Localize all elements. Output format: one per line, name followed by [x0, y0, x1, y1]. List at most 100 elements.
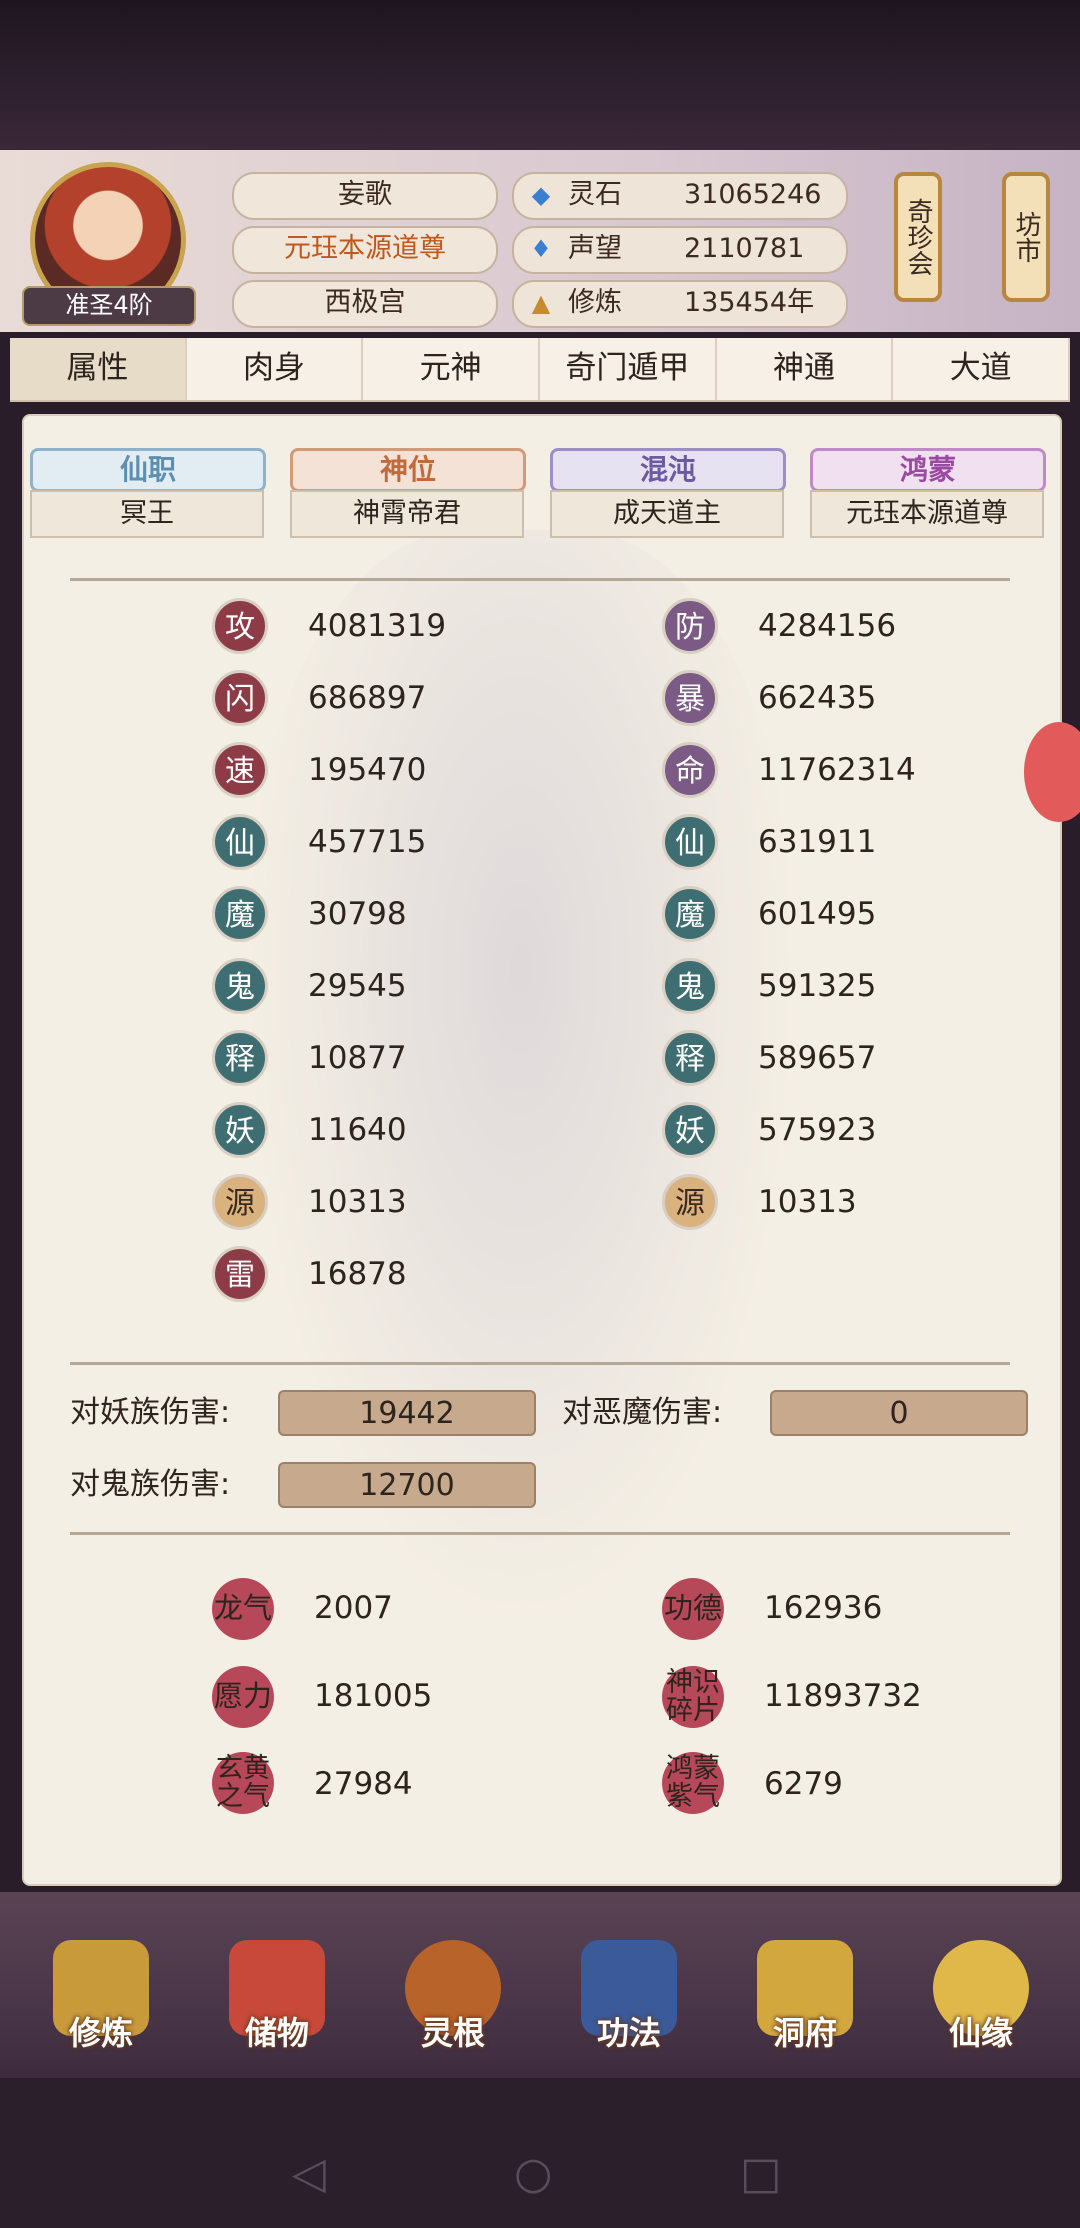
back-icon[interactable]: ◁	[292, 2148, 326, 2199]
damage-vs-ghost-label: 对鬼族伤害:	[70, 1467, 231, 1502]
xuanhuang-qi-icon: 玄黄之气	[212, 1752, 274, 1814]
hp-icon: 命	[662, 742, 718, 798]
buddhist-defense-icon: 释	[662, 1030, 718, 1086]
damage-vs-ghost-value: 12700	[278, 1462, 536, 1508]
merit-icon: 功德	[662, 1578, 724, 1640]
buddhist-attack-icon: 释	[212, 1030, 268, 1086]
thunder-icon: 雷	[212, 1246, 268, 1302]
buddhist-defense-value: 589657	[758, 1040, 877, 1076]
speed-icon: 速	[212, 742, 268, 798]
cultivation-row: ▲ 修炼 135454年	[512, 280, 848, 328]
source-defense-icon: 源	[662, 1174, 718, 1230]
rank-value-immortal-post: 冥王	[30, 490, 264, 538]
attack-icon: 攻	[212, 598, 268, 654]
rank-title-divine-seat: 神位	[290, 448, 526, 492]
divider	[70, 1532, 1010, 1535]
damage-vs-monster-value: 19442	[278, 1390, 536, 1436]
nav-cultivate[interactable]: 修炼	[36, 1940, 166, 2070]
dragon-qi-icon: 龙气	[212, 1578, 274, 1640]
xuanhuang-qi-value: 27984	[314, 1766, 413, 1802]
tab-spirit[interactable]: 元神	[363, 338, 541, 400]
hp-value: 11762314	[758, 752, 916, 788]
tab-bar: 属性 肉身 元神 奇门遁甲 神通 大道	[10, 338, 1071, 402]
demon-defense-value: 601495	[758, 896, 877, 932]
wish-power-icon: 愿力	[212, 1666, 274, 1728]
player-sect: 西极宫	[232, 280, 498, 328]
nav-label: 仙缘	[948, 2014, 1013, 2052]
monster-attack-value: 11640	[308, 1112, 407, 1148]
spirit-stone-icon: ◆	[531, 181, 551, 209]
monster-defense-icon: 妖	[662, 1102, 718, 1158]
dragon-qi-value: 2007	[314, 1590, 393, 1626]
dodge-value: 686897	[308, 680, 427, 716]
tab-dao[interactable]: 大道	[893, 338, 1071, 400]
hongmeng-purple-qi-icon: 鸿蒙紫气	[662, 1752, 724, 1814]
home-icon[interactable]: ○	[514, 2148, 552, 2199]
nav-spirit-root[interactable]: 灵根	[388, 1940, 518, 2070]
tab-qimen[interactable]: 奇门遁甲	[540, 338, 717, 400]
resource-label: 声望	[568, 233, 622, 264]
damage-vs-monster-label: 对妖族伤害:	[70, 1395, 231, 1430]
ghost-defense-value: 591325	[758, 968, 877, 1004]
nav-techniques[interactable]: 功法	[564, 1940, 694, 2070]
dodge-icon: 闪	[212, 670, 268, 726]
ghost-attack-icon: 鬼	[212, 958, 268, 1014]
tab-powers[interactable]: 神通	[717, 338, 894, 400]
nav-label: 储物	[244, 2014, 309, 2052]
market-button[interactable]: 坊市	[1002, 172, 1050, 302]
divider	[70, 578, 1010, 581]
source-attack-value: 10313	[308, 1184, 407, 1220]
reputation-icon: ♦	[530, 235, 552, 263]
demon-attack-value: 30798	[308, 896, 407, 932]
tab-attributes[interactable]: 属性	[10, 338, 187, 400]
rank-value-chaos: 成天道主	[550, 490, 784, 538]
monster-defense-value: 575923	[758, 1112, 877, 1148]
immortal-defense-value: 631911	[758, 824, 877, 860]
crit-icon: 暴	[662, 670, 718, 726]
nav-storage[interactable]: 储物	[212, 1940, 342, 2070]
thunder-value: 16878	[308, 1256, 407, 1292]
player-title: 元珏本源道尊	[232, 226, 498, 274]
treasure-auction-button[interactable]: 奇珍会	[894, 172, 942, 302]
source-attack-icon: 源	[212, 1174, 268, 1230]
tab-body[interactable]: 肉身	[187, 338, 364, 400]
damage-vs-demon-label: 对恶魔伤害:	[562, 1395, 723, 1430]
player-name: 妄歌	[232, 172, 498, 220]
hongmeng-purple-qi-value: 6279	[764, 1766, 843, 1802]
nav-label: 灵根	[420, 2014, 485, 2052]
attack-value: 4081319	[308, 608, 447, 644]
rank-title-primordial: 鸿蒙	[810, 448, 1046, 492]
recents-icon[interactable]: □	[740, 2148, 782, 2199]
source-defense-value: 10313	[758, 1184, 857, 1220]
rank-title-immortal-post: 仙职	[30, 448, 266, 492]
damage-vs-demon-value: 0	[770, 1390, 1028, 1436]
rank-title-chaos: 混沌	[550, 448, 786, 492]
top-banner	[0, 0, 1080, 150]
crit-value: 662435	[758, 680, 877, 716]
defense-value: 4284156	[758, 608, 897, 644]
ghost-attack-value: 29545	[308, 968, 407, 1004]
immortal-attack-icon: 仙	[212, 814, 268, 870]
spirit-stone-row: ◆ 灵石 31065246	[512, 172, 848, 220]
rank-value-divine-seat: 神霄帝君	[290, 490, 524, 538]
nav-fate[interactable]: 仙缘	[916, 1940, 1046, 2070]
buddhist-attack-value: 10877	[308, 1040, 407, 1076]
rank-value-primordial: 元珏本源道尊	[810, 490, 1044, 538]
nav-label: 修炼	[68, 2014, 133, 2052]
reputation-row: ♦ 声望 2110781	[512, 226, 848, 274]
resource-label: 灵石	[568, 179, 622, 210]
ghost-defense-icon: 鬼	[662, 958, 718, 1014]
monster-attack-icon: 妖	[212, 1102, 268, 1158]
resource-label: 修炼	[568, 287, 622, 318]
cultivation-icon: ▲	[531, 289, 551, 317]
player-rank-badge: 准圣4阶	[22, 286, 196, 326]
divider	[70, 1362, 1010, 1365]
demon-attack-icon: 魔	[212, 886, 268, 942]
defense-icon: 防	[662, 598, 718, 654]
wish-power-value: 181005	[314, 1678, 433, 1714]
resource-value: 31065246	[684, 179, 822, 210]
soul-fragment-icon: 神识碎片	[662, 1666, 724, 1728]
resource-value: 2110781	[684, 233, 805, 264]
merit-value: 162936	[764, 1590, 883, 1626]
nav-cave-abode[interactable]: 洞府	[740, 1940, 870, 2070]
